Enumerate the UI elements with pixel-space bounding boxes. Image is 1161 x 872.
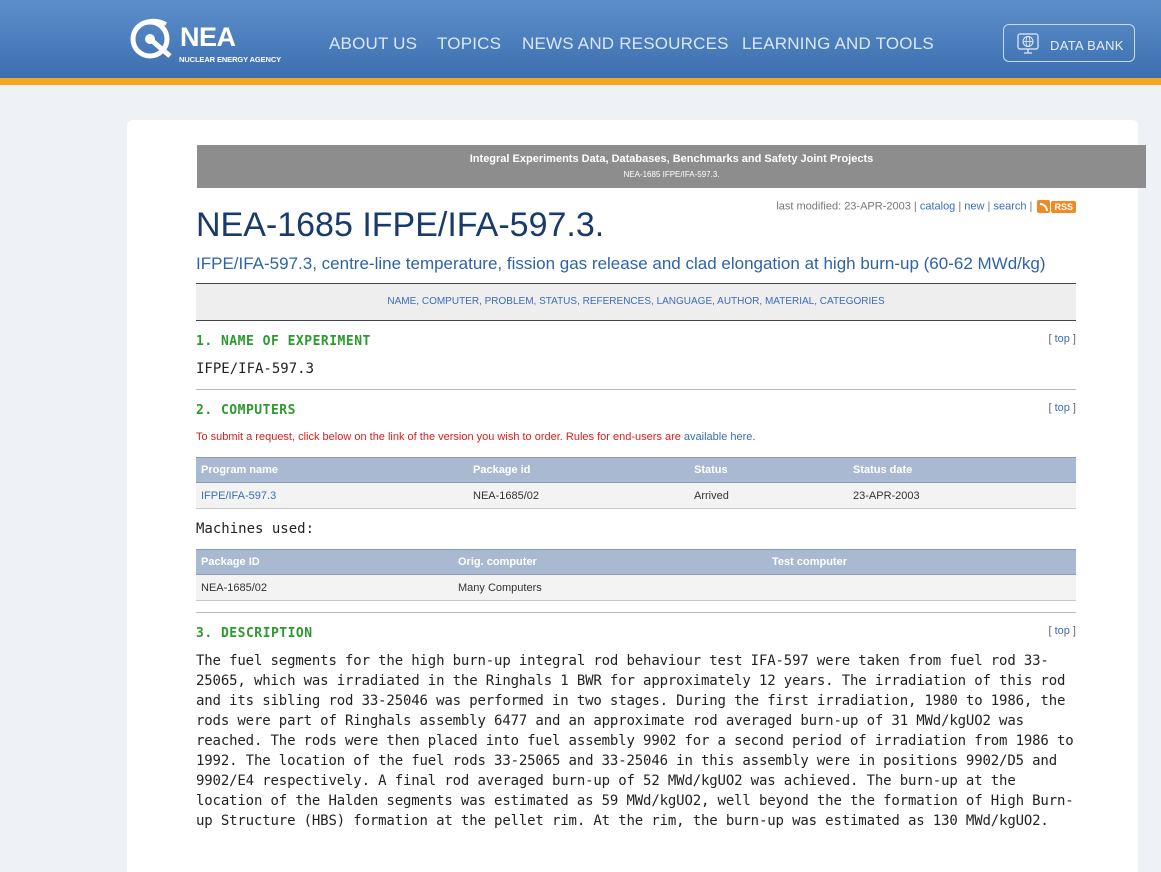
anchor-language[interactable]: LANGUAGE (657, 296, 713, 307)
top-link-1: [ top ] (1048, 333, 1076, 345)
top-link-3: [ top ] (1048, 625, 1076, 637)
banner-title: Integral Experiments Data, Databases, Be… (469, 153, 874, 165)
modification-line: last modified: 23-APR-2003 | catalog | n… (776, 200, 1076, 213)
page-title: NEA-1685 IFPE/IFA-597.3. (196, 206, 605, 244)
banner-subtitle: NEA-1685 IFPE/IFA-597.3. (623, 170, 720, 179)
logo-acronym: NEA (180, 22, 236, 52)
machines-used-label: Machines used: (196, 521, 315, 537)
request-notice: To submit a request, click below on the … (196, 431, 756, 443)
last-modified: last modified: 23-APR-2003 | (776, 200, 917, 213)
section-heading-name: 1. NAME OF EXPERIMENT (196, 334, 371, 349)
divider (196, 389, 1076, 390)
orig-computer-cell: Many Computers (453, 574, 767, 601)
programs-table: Program name Package id Status Status da… (196, 457, 1076, 509)
column-header: Orig. computer (453, 549, 767, 575)
description-text: The fuel segments for the high burn-up i… (196, 653, 1074, 829)
anchor-computer[interactable]: COMPUTER (422, 296, 479, 307)
column-header: Test computer (767, 549, 1076, 575)
anchor-author[interactable]: AUTHOR (717, 296, 759, 307)
experiment-name: IFPE/IFA-597.3 (196, 361, 315, 377)
data-bank-button[interactable]: DATA BANK (1003, 24, 1135, 62)
nav-topics[interactable]: TOPICS (437, 34, 501, 54)
status-cell: Arrived (689, 482, 848, 509)
column-header: Package id (468, 457, 689, 483)
anchor-categories[interactable]: CATEGORIES (820, 296, 885, 307)
nav-news-and-resources[interactable]: NEWS AND RESOURCES (522, 34, 729, 54)
rss-label: RSS (1051, 200, 1076, 213)
column-header: Status date (848, 457, 1076, 483)
table-row: IFPE/IFA-597.3 NEA-1685/02 Arrived 23-AP… (196, 482, 1076, 509)
catalog-link[interactable]: catalog (920, 200, 955, 212)
package-id-cell: NEA-1685/02 (468, 482, 689, 509)
top-link[interactable]: top (1055, 625, 1070, 637)
program-name-cell: IFPE/IFA-597.3 (196, 482, 468, 509)
nav-about-us[interactable]: ABOUT US (329, 34, 417, 54)
data-bank-label: DATA BANK (1050, 38, 1124, 53)
top-link[interactable]: top (1055, 333, 1070, 345)
section-anchor-links: NAME, COMPUTER, PROBLEM, STATUS, REFEREN… (196, 283, 1076, 321)
column-header: Status (689, 457, 848, 483)
machines-table: Package ID Orig. computer Test computer … (196, 549, 1076, 601)
request-text: To submit a request, click below on the … (196, 431, 681, 443)
logo-full-name: NUCLEAR ENERGY AGENCY (179, 55, 282, 64)
rss-icon (1037, 200, 1051, 213)
divider (196, 612, 1076, 613)
nav-learning-and-tools[interactable]: LEARNING AND TOOLS (742, 34, 934, 54)
section-banner: Integral Experiments Data, Databases, Be… (197, 145, 1146, 188)
nea-logo[interactable]: NEA NUCLEAR ENERGY AGENCY (126, 14, 286, 66)
table-header-row: Program name Package id Status Status da… (196, 457, 1076, 483)
page-subtitle: IFPE/IFA-597.3, centre-line temperature,… (196, 254, 1046, 273)
top-link-2: [ top ] (1048, 402, 1076, 414)
rss-link[interactable]: RSS (1037, 200, 1076, 213)
top-navigation-bar: NEA NUCLEAR ENERGY AGENCY ABOUT US TOPIC… (0, 0, 1161, 78)
section-heading-description: 3. DESCRIPTION (196, 626, 313, 641)
package-id-cell: NEA-1685/02 (196, 574, 453, 601)
anchor-references[interactable]: REFERENCES (583, 296, 651, 307)
section-heading-computers: 2. COMPUTERS (196, 403, 296, 418)
search-link[interactable]: search (993, 200, 1026, 212)
column-header: Package ID (196, 549, 453, 575)
rules-link[interactable]: available here (684, 431, 753, 443)
anchor-name[interactable]: NAME (387, 296, 416, 307)
anchor-problem[interactable]: PROBLEM (485, 296, 534, 307)
program-link[interactable]: IFPE/IFA-597.3 (201, 490, 276, 502)
anchor-status[interactable]: STATUS (539, 296, 577, 307)
status-date-cell: 23-APR-2003 (848, 482, 1076, 509)
globe-icon (1017, 33, 1039, 54)
column-header: Program name (196, 457, 468, 483)
anchor-material[interactable]: MATERIAL (765, 296, 814, 307)
header-accent-stripe (0, 78, 1161, 85)
table-row: NEA-1685/02 Many Computers (196, 574, 1076, 601)
test-computer-cell (767, 574, 1076, 601)
table-header-row: Package ID Orig. computer Test computer (196, 549, 1076, 575)
new-link[interactable]: new (964, 200, 984, 212)
nea-logo-icon (130, 18, 172, 59)
top-link[interactable]: top (1055, 402, 1070, 414)
